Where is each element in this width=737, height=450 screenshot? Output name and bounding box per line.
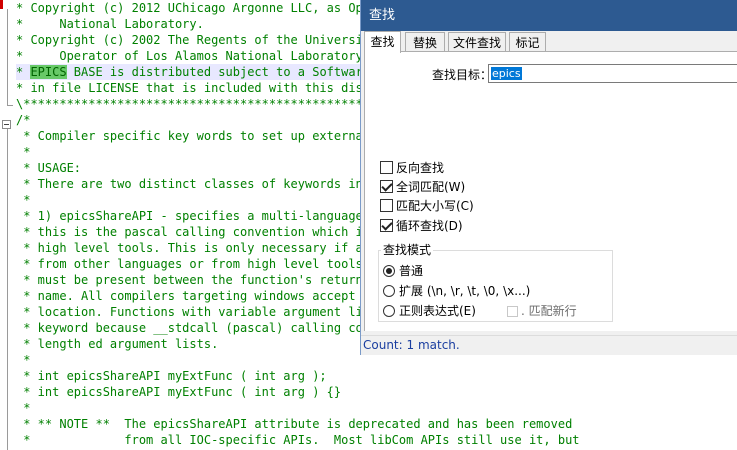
checkbox-whole-word[interactable]: [380, 180, 393, 193]
code-text: * from all IOC-specific APIs. Most libCo…: [16, 433, 580, 447]
radio-regex[interactable]: [383, 305, 395, 317]
option-wrap-around-label: 循环查找(D): [396, 219, 463, 233]
dialog-title[interactable]: 查找: [361, 0, 737, 31]
fold-line: [7, 129, 8, 450]
radio-normal[interactable]: [383, 265, 395, 277]
change-marker: [0, 0, 3, 9]
tab-find[interactable]: 查找: [364, 31, 401, 53]
find-input[interactable]: epics: [488, 64, 737, 83]
option-backward-label: 反向查找: [396, 161, 445, 175]
fold-toggle[interactable]: [2, 120, 11, 129]
status-bar: Count: 1 match.: [361, 335, 737, 355]
search-mode-group: 查找模式 普通 扩展 (\n, \r, \t, \0, \x...) 正则表达式…: [378, 242, 613, 322]
code-text: * int epicsShareAPI myExtFunc ( int arg …: [16, 385, 342, 399]
code-text: *: [16, 65, 31, 79]
code-line[interactable]: * from all IOC-specific APIs. Most libCo…: [16, 432, 736, 448]
checkbox-backward[interactable]: [380, 161, 393, 174]
mode-regex[interactable]: 正则表达式(E) . 匹配新行: [383, 302, 609, 320]
fold-end: [7, 105, 13, 106]
search-mode-title: 查找模式: [381, 242, 434, 258]
code-text: * int epicsShareAPI myExtFunc ( int arg …: [16, 369, 327, 383]
checkbox-dot-newline: [507, 306, 518, 317]
code-text: * ** NOTE ** The epicsShareAPI attribute…: [16, 417, 573, 431]
code-text: * length ed argument lists.: [16, 337, 219, 351]
fold-gutter: [0, 0, 16, 450]
code-line[interactable]: * int epicsShareAPI myExtFunc ( int arg …: [16, 384, 736, 400]
code-text: * Operator of Los Alamos National Labora…: [16, 49, 371, 63]
code-line[interactable]: *: [16, 400, 736, 416]
option-whole-word-label: 全词匹配(W): [396, 180, 466, 194]
checkbox-wrap-around[interactable]: [380, 219, 393, 232]
checkbox-match-case[interactable]: [380, 199, 393, 212]
find-target-label: 查找目标：: [432, 68, 493, 82]
mode-normal-label: 普通: [399, 264, 424, 278]
code-text: *: [16, 353, 31, 367]
code-text: /*: [16, 113, 31, 127]
code-line[interactable]: * ** NOTE ** The epicsShareAPI attribute…: [16, 416, 736, 432]
mode-regex-label: 正则表达式(E): [399, 304, 476, 318]
code-text: *: [16, 145, 31, 159]
fold-line: [7, 9, 8, 105]
find-input-value: epics: [491, 67, 522, 80]
radio-extended[interactable]: [383, 285, 395, 297]
find-panel: 查找目标： epics 反向查找 全词匹配(W) 匹配大小写(C) 循环查找(D…: [364, 51, 737, 331]
find-dialog: 查找 查找 替换 文件查找 标记 查找目标： epics 反向查找 全词匹配(W…: [360, 0, 737, 355]
code-text: *: [16, 193, 31, 207]
tab-replace[interactable]: 替换: [405, 32, 445, 52]
search-match: EPICS: [30, 65, 67, 79]
code-line[interactable]: * int epicsShareAPI myExtFunc ( int arg …: [16, 368, 736, 384]
code-text: * USAGE:: [16, 161, 82, 175]
tab-find-in-files[interactable]: 文件查找: [448, 32, 506, 52]
code-text: *: [16, 401, 31, 415]
tab-mark[interactable]: 标记: [509, 32, 546, 52]
option-match-case-label: 匹配大小写(C): [396, 199, 474, 213]
code-text: * National Laboratory.: [16, 17, 204, 31]
dot-newline-label: . 匹配新行: [521, 304, 577, 318]
mode-extended-label: 扩展 (\n, \r, \t, \0, \x...): [399, 284, 531, 298]
